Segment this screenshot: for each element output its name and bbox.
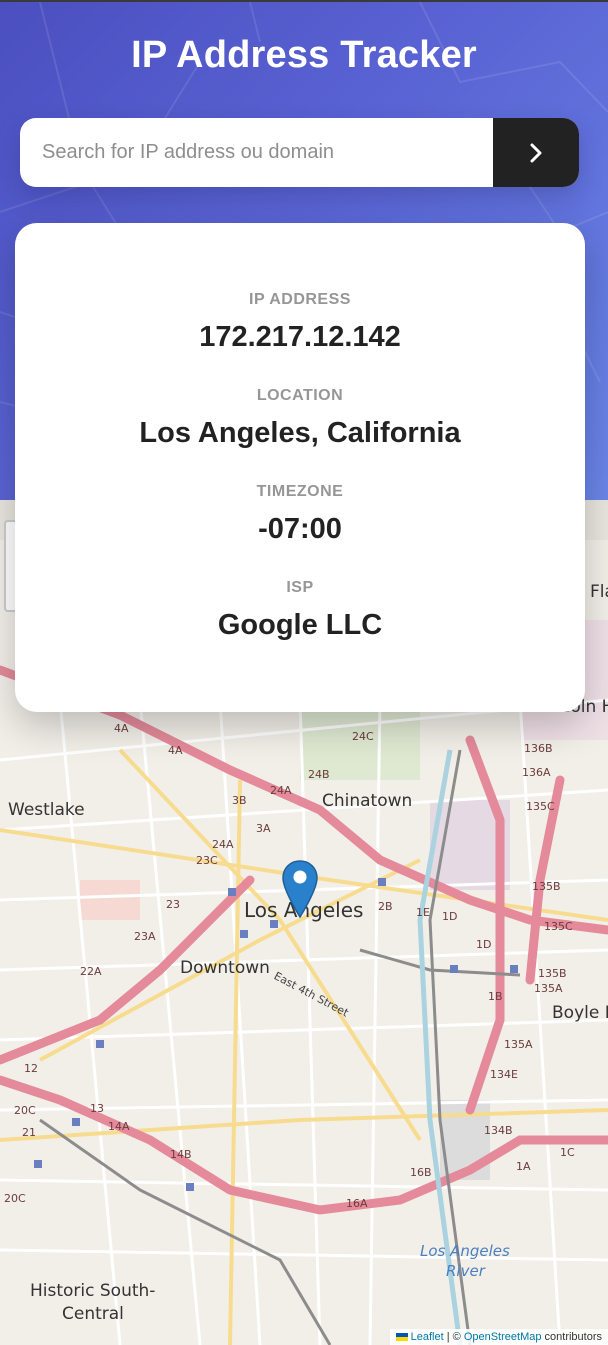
highway-label: 134E: [490, 1068, 518, 1081]
search-input[interactable]: [20, 118, 493, 187]
highway-label: 12: [24, 1062, 38, 1075]
highway-label: 13: [90, 1102, 104, 1115]
highway-label: 22A: [80, 965, 102, 978]
ip-address-label: IP ADDRESS: [249, 291, 351, 308]
map-label-chinatown: Chinatown: [322, 791, 413, 811]
highway-label: 1D: [476, 938, 492, 951]
highway-label: 1A: [516, 1160, 531, 1173]
highway-label: 16B: [410, 1166, 432, 1179]
highway-label: 135B: [532, 880, 561, 893]
timezone-value: -07:00: [258, 513, 342, 545]
highway-label: 23A: [134, 930, 156, 943]
map-label-boyle-heights: Boyle He: [552, 1003, 608, 1023]
highway-label: 14A: [108, 1120, 130, 1133]
map-label-downtown: Downtown: [180, 958, 270, 978]
page-title: IP Address Tracker: [131, 34, 477, 76]
highway-label: 16A: [346, 1197, 368, 1210]
highway-label: 134B: [484, 1124, 513, 1137]
location-label: LOCATION: [256, 387, 344, 404]
map-label-historic-south-2: Central: [62, 1304, 124, 1324]
highway-label: 135C: [526, 800, 555, 813]
chevron-right-icon: [530, 143, 542, 162]
highway-label: 1B: [488, 990, 503, 1003]
highway-label: 2B: [378, 900, 393, 913]
location-value: Los Angeles, California: [139, 417, 461, 449]
map-label-la-river-2: River: [446, 1262, 485, 1280]
highway-label: 135B: [538, 967, 567, 980]
highway-label: 136B: [524, 742, 553, 755]
leaflet-link[interactable]: Leaflet: [411, 1331, 444, 1343]
map-label-westlake: Westlake: [8, 800, 85, 820]
highway-label: 24A: [212, 838, 234, 851]
highway-label: 1E: [416, 906, 430, 919]
highway-label: 4A: [168, 744, 183, 757]
highway-label: 4A: [114, 722, 129, 735]
isp-value: Google LLC: [217, 609, 383, 641]
attribution-tail: contributors: [541, 1331, 602, 1343]
highway-label: 135A: [504, 1038, 533, 1051]
search-submit-button[interactable]: [493, 118, 579, 187]
highway-label: 24C: [352, 730, 374, 743]
map-label-fla: Fla: [590, 582, 608, 602]
highway-label: 24A: [270, 784, 292, 797]
highway-label: 20C: [14, 1104, 36, 1117]
highway-label: 23C: [196, 854, 218, 867]
highway-label: 136A: [522, 766, 551, 779]
map-marker-icon[interactable]: [282, 860, 318, 918]
highway-label: 1D: [442, 910, 458, 923]
info-card: IP ADDRESS 172.217.12.142 LOCATION Los A…: [15, 223, 585, 712]
map-attribution: Leaflet | © OpenStreetMap contributors: [389, 1329, 608, 1345]
map-label-la-river-1: Los Angeles: [420, 1242, 510, 1260]
timezone-label: TIMEZONE: [256, 483, 344, 500]
highway-label: 24B: [308, 768, 330, 781]
ip-address-value: 172.217.12.142: [199, 321, 401, 353]
highway-label: 20C: [4, 1192, 26, 1205]
highway-label: 3B: [232, 794, 247, 807]
search-form: [20, 118, 579, 187]
highway-label: 14B: [170, 1148, 192, 1161]
highway-label: 1C: [560, 1146, 575, 1159]
osm-link[interactable]: OpenStreetMap: [464, 1331, 542, 1343]
highway-label: 135A: [534, 982, 563, 995]
map-label-historic-south-1: Historic South-: [30, 1281, 156, 1301]
highway-label: 135C: [544, 920, 573, 933]
highway-label: 21: [22, 1126, 36, 1139]
isp-label: ISP: [286, 579, 314, 596]
highway-label: 3A: [256, 822, 271, 835]
attribution-separator: | ©: [443, 1331, 464, 1343]
highway-label: 23: [166, 898, 180, 911]
ukraine-flag-icon: [395, 1333, 408, 1342]
